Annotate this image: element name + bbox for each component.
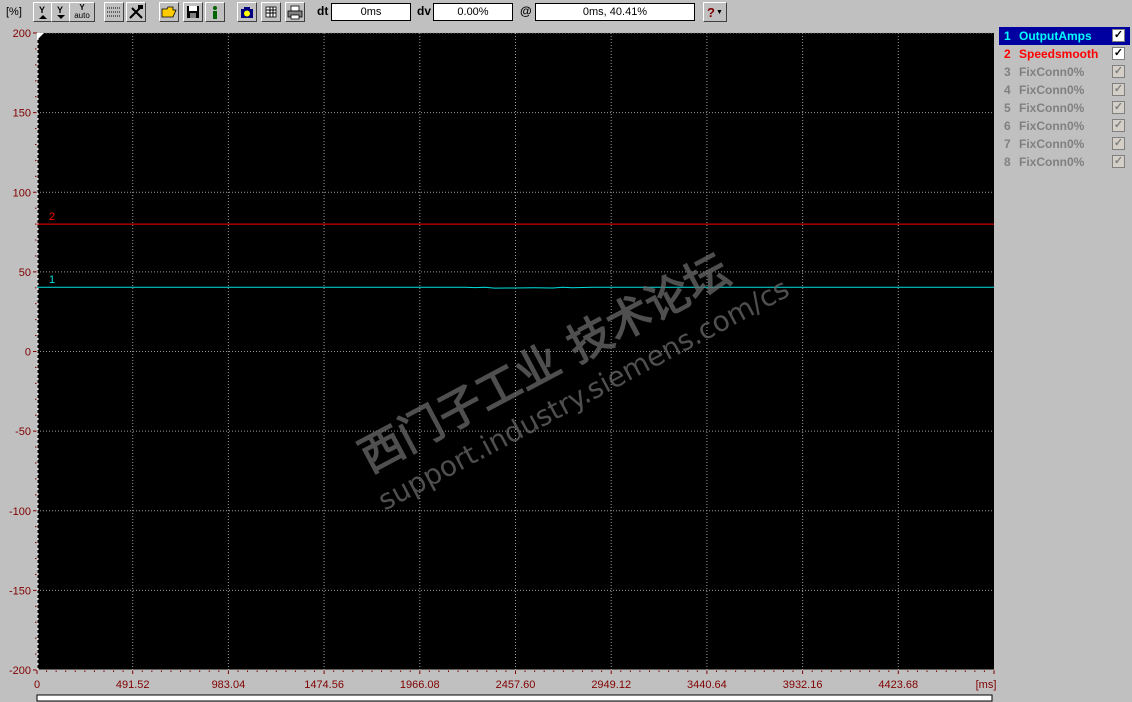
trace-chart[interactable]: 200150100500-50-100-150-2000 491.52 983.04… [0,26,998,702]
legend-item-name: FixConn0% [1019,137,1085,151]
legend-item-5[interactable]: 5 FixConn0% ✓ [999,99,1130,117]
y-tick-label: 150 [13,108,31,120]
tools-icon [129,5,143,19]
y-tick-label: 200 [13,28,31,40]
legend-item-2[interactable]: 2 Speedsmooth ✓ [999,45,1130,63]
legend-item-name: OutputAmps [1019,29,1092,43]
legend-item-7[interactable]: 7 FixConn0% ✓ [999,135,1130,153]
legend-visibility-checkbox[interactable]: ✓ [1112,83,1125,96]
legend-item-number: 7 [1004,137,1011,151]
help-button[interactable]: ? ▼ [703,2,727,22]
y-tick-label: 0 [25,347,31,359]
x-tick-label: 3440.64 [687,679,727,691]
legend-item-number: 5 [1004,101,1011,115]
svg-text:Y: Y [57,5,63,15]
y-tick-label: -50 [15,426,31,438]
legend-visibility-checkbox[interactable]: ✓ [1112,47,1125,60]
settings-button[interactable] [126,2,146,22]
dt-label: dt [317,4,329,18]
dv-label: dv [417,4,432,18]
save-disk-icon [187,6,199,18]
legend-item-number: 2 [1004,47,1011,61]
x-tick-label: 983.04 [212,679,246,691]
legend-item-number: 3 [1004,65,1011,79]
legend-item-number: 1 [1004,29,1011,43]
legend-visibility-checkbox[interactable]: ✓ [1112,137,1125,150]
camera-icon [241,7,253,18]
legend-item-1[interactable]: 1 OutputAmps ✓ [999,27,1130,45]
x-tick-label: 1966.08 [400,679,440,691]
x-tick-label: 0 [34,679,40,691]
toolbar: [%] Y Y Y auto dt 0ms dv 0.00% @ 0ms, 40… [0,0,1132,26]
legend-visibility-checkbox[interactable]: ✓ [1112,65,1125,78]
printer-icon [287,5,303,20]
table-button[interactable] [261,2,281,22]
legend-item-4[interactable]: 4 FixConn0% ✓ [999,81,1130,99]
legend-item-name: Speedsmooth [1019,47,1099,61]
info-button[interactable] [205,2,225,22]
series-label-1: 1 [49,274,55,286]
grid-toggle-button[interactable] [104,2,124,22]
y-auto-label: auto [74,11,90,20]
table-icon [265,6,277,18]
y-tick-label: -200 [9,665,31,677]
signal-legend: 1 OutputAmps ✓ 2 Speedsmooth ✓ 3 FixConn0% ✓ 4 Fix… [999,27,1130,702]
legend-item-name: FixConn0% [1019,101,1085,115]
y-arrow-up-icon: Y [39,5,47,19]
cursor-position-field[interactable]: 0ms, 40.41% [535,3,695,21]
legend-item-6[interactable]: 6 FixConn0% ✓ [999,117,1130,135]
legend-item-number: 8 [1004,155,1011,169]
y-tick-label: 50 [19,267,31,279]
y-tick-label: -150 [9,585,31,597]
legend-item-number: 4 [1004,83,1011,97]
unit-label: [%] [6,6,22,18]
x-tick-label: 491.52 [116,679,150,691]
dt-field[interactable]: 0ms [331,3,411,21]
legend-item-name: FixConn0% [1019,155,1085,169]
y-tick-label: -100 [9,506,31,518]
y-arrow-down-icon: Y [57,5,65,19]
series-label-2: 2 [49,211,55,223]
legend-item-name: FixConn0% [1019,65,1085,79]
folder-open-icon [161,6,177,18]
y-zoom-in-button[interactable]: Y [33,2,53,22]
help-question-icon: ? [707,4,715,20]
legend-visibility-checkbox[interactable]: ✓ [1112,119,1125,132]
legend-item-number: 6 [1004,119,1011,133]
y-tick-label: 100 [13,187,31,199]
x-tick-label: 2457.60 [496,679,536,691]
legend-visibility-checkbox[interactable]: ✓ [1112,29,1125,42]
legend-item-name: FixConn0% [1019,83,1085,97]
x-tick-label: 1474.56 [304,679,344,691]
info-icon [213,6,217,19]
x-tick-label: 3932.16 [783,679,823,691]
capture-button[interactable] [237,2,257,22]
at-label: @ [520,4,532,18]
open-button[interactable] [159,2,179,22]
x-tick-label: 4423.68 [878,679,918,691]
time-scrollbar[interactable] [36,694,993,702]
legend-item-3[interactable]: 3 FixConn0% ✓ [999,63,1130,81]
help-dropdown-icon: ▼ [716,8,723,16]
print-button[interactable] [285,2,305,22]
y-auto-button[interactable]: Y auto [69,2,95,22]
svg-text:Y: Y [39,5,45,15]
trace-window: [%] Y Y Y auto dt 0ms dv 0.00% @ 0ms, 40… [0,0,1132,702]
legend-visibility-checkbox[interactable]: ✓ [1112,155,1125,168]
save-button[interactable] [183,2,203,22]
dv-field[interactable]: 0.00% [433,3,513,21]
x-axis-unit-label: [ms] [976,679,997,691]
x-tick-label: 2949.12 [591,679,631,691]
legend-item-name: FixConn0% [1019,119,1085,133]
y-zoom-out-button[interactable]: Y [51,2,71,22]
legend-visibility-checkbox[interactable]: ✓ [1112,101,1125,114]
grid-icon [107,7,121,17]
legend-item-8[interactable]: 8 FixConn0% ✓ [999,153,1130,171]
